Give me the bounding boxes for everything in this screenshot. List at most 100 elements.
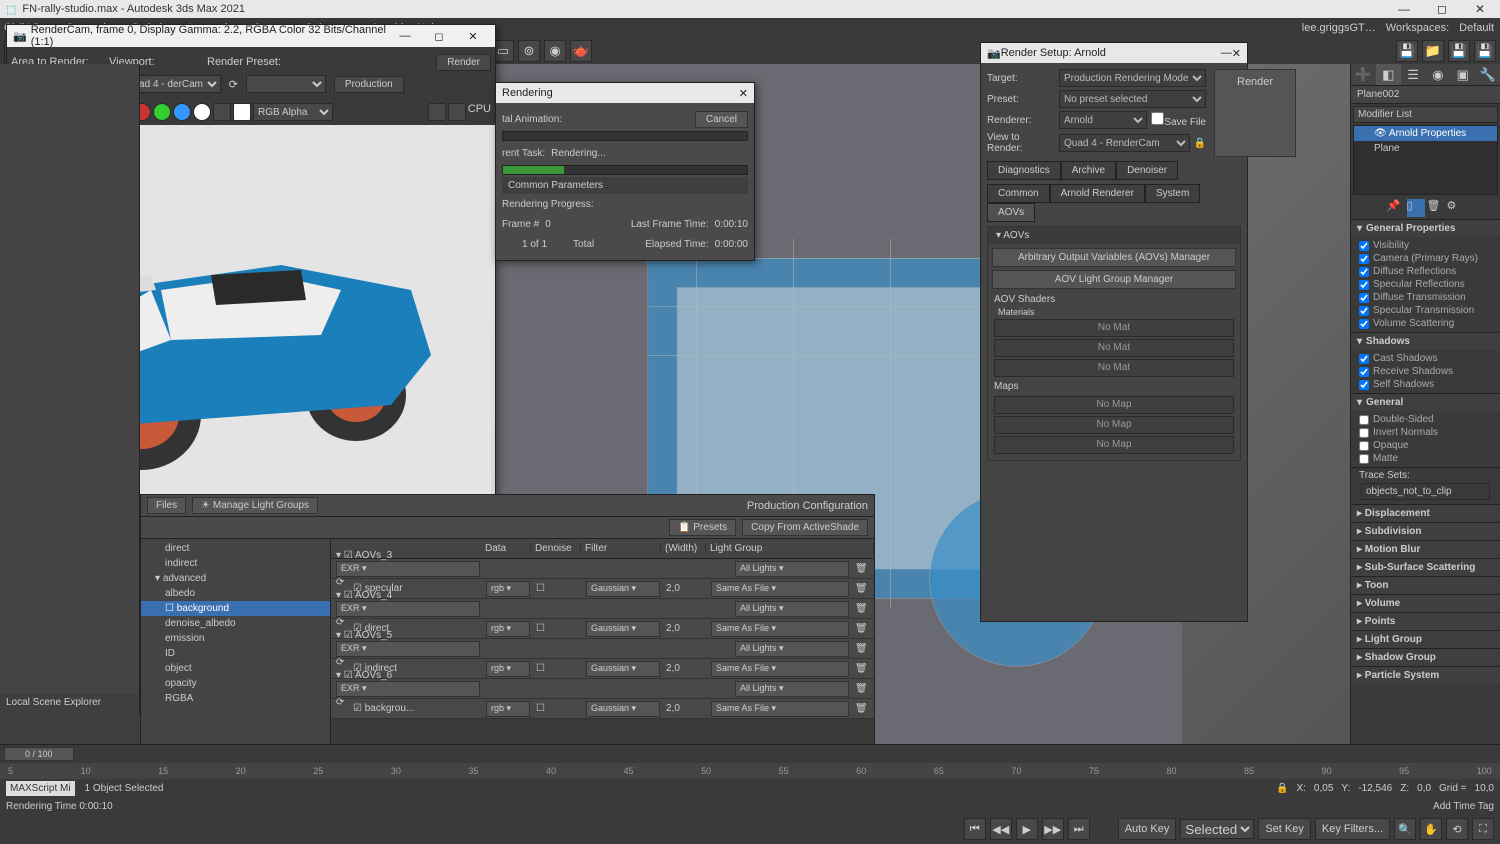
tree-item-rgba[interactable]: RGBA	[141, 691, 330, 706]
checkbox-cast-shadows[interactable]: Cast Shadows	[1359, 352, 1492, 365]
map-slot-2[interactable]: No Map	[994, 416, 1234, 434]
aov-group-row[interactable]: ▾ ☑ AOVs_3 EXR ▾ ⟳ All Lights ▾ 🗑	[331, 559, 874, 579]
rollout-displacement[interactable]: ▸ Displacement	[1351, 505, 1500, 522]
trace-sets-value[interactable]: objects_not_to_clip	[1361, 483, 1490, 500]
tree-item-albedo[interactable]: albedo	[141, 586, 330, 601]
coord-y[interactable]: -12,546	[1358, 783, 1392, 794]
ms-cfg-icon[interactable]: ⚙	[1447, 199, 1465, 217]
tree-item-id[interactable]: ID	[141, 646, 330, 661]
transport-prev-icon[interactable]: ◀◀	[990, 818, 1012, 840]
rollout-shadows[interactable]: ▾ Shadows	[1351, 333, 1500, 350]
map-slot-1[interactable]: No Map	[994, 396, 1234, 414]
transport-start-icon[interactable]: ⏮	[964, 818, 986, 840]
tab-archive[interactable]: Archive	[1061, 161, 1116, 180]
checkbox-specular-reflections[interactable]: Specular Reflections	[1359, 278, 1492, 291]
transport-next-icon[interactable]: ▶▶	[1042, 818, 1064, 840]
rp-close-icon[interactable]: ✕	[739, 87, 748, 100]
manage-light-groups-button[interactable]: ☀ Manage Light Groups	[192, 497, 318, 514]
cp-create-icon[interactable]: ➕	[1351, 64, 1376, 85]
render-preset-dropdown[interactable]	[246, 75, 326, 93]
keyfilters-button[interactable]: Key Filters...	[1315, 818, 1390, 840]
nav-max-icon[interactable]: ⛶	[1472, 818, 1494, 840]
rollout-subdivision[interactable]: ▸ Subdivision	[1351, 523, 1500, 540]
rollout-particle-system[interactable]: ▸ Particle System	[1351, 667, 1500, 684]
save-file-checkbox[interactable]	[1151, 112, 1164, 125]
setkey-button[interactable]: Set Key	[1258, 818, 1311, 840]
rollout-shadow-group[interactable]: ▸ Shadow Group	[1351, 649, 1500, 666]
channel-dropdown[interactable]: RGB Alpha	[253, 103, 333, 121]
material-slot-2[interactable]: No Mat	[994, 339, 1234, 357]
checkbox-specular-transmission[interactable]: Specular Transmission	[1359, 304, 1492, 317]
aov-light-group-manager-button[interactable]: AOV Light Group Manager	[992, 270, 1236, 289]
app-minimize-icon[interactable]: —	[1386, 0, 1422, 18]
maxscript-listener[interactable]: MAXScript Mi	[6, 781, 75, 796]
rf-tweak-icon[interactable]	[428, 103, 446, 121]
tool-sphere-icon[interactable]: ⊚	[518, 40, 540, 62]
cancel-button[interactable]: Cancel	[695, 111, 748, 128]
object-name-field[interactable]: Plane002	[1351, 86, 1500, 104]
nav-zoom-icon[interactable]: 🔍	[1394, 818, 1416, 840]
modifier-stack[interactable]: 👁 Arnold Properties Plane	[1353, 125, 1498, 195]
rf-white-bg-icon[interactable]	[233, 103, 251, 121]
tree-item-denoise-albedo[interactable]: denoise_albedo	[141, 616, 330, 631]
workspace-value[interactable]: Default	[1459, 22, 1494, 34]
cp-utilities-icon[interactable]: 🔧	[1475, 64, 1500, 85]
checkbox-volume-scattering[interactable]: Volume Scattering	[1359, 317, 1492, 330]
scene-explorer-body[interactable]	[0, 64, 139, 694]
rs-minimize-icon[interactable]: —	[1221, 47, 1232, 60]
aov-tree[interactable]: direct indirect ▾ advanced albedo ☐ back…	[141, 539, 331, 751]
rollout-general[interactable]: ▾ General	[1351, 394, 1500, 411]
key-mode-dropdown[interactable]: Selected	[1180, 819, 1254, 839]
tree-item-emission[interactable]: emission	[141, 631, 330, 646]
target-dropdown[interactable]: Production Rendering Mode	[1059, 69, 1206, 87]
tool-render-icon[interactable]: ◉	[544, 40, 566, 62]
time-slider[interactable]: 0 / 100	[4, 747, 74, 761]
tab-common[interactable]: Common	[987, 184, 1050, 203]
rf-alpha-channel-icon[interactable]	[193, 103, 211, 121]
cp-hierarchy-icon[interactable]: ☰	[1401, 64, 1426, 85]
rollout-motion-blur[interactable]: ▸ Motion Blur	[1351, 541, 1500, 558]
rf-maximize-icon[interactable]: ◻	[423, 26, 455, 46]
tree-item-opacity[interactable]: opacity	[141, 676, 330, 691]
nav-orbit-icon[interactable]: ⟲	[1446, 818, 1468, 840]
tool-teapot-icon[interactable]: 🫖	[570, 40, 592, 62]
coord-z[interactable]: 0,0	[1417, 783, 1431, 794]
checkbox-opaque[interactable]: Opaque	[1359, 439, 1492, 452]
tab-diagnostics[interactable]: Diagnostics	[987, 161, 1061, 180]
cp-modify-icon[interactable]: ◧	[1376, 64, 1401, 85]
checkbox-camera-primary-rays-[interactable]: Camera (Primary Rays)	[1359, 252, 1492, 265]
nav-pan-icon[interactable]: ✋	[1420, 818, 1442, 840]
cp-display-icon[interactable]: ▣	[1450, 64, 1475, 85]
rendering-progress-titlebar[interactable]: Rendering ✕	[496, 83, 754, 103]
tool-save2-icon[interactable]: 💾	[1448, 40, 1470, 62]
checkbox-self-shadows[interactable]: Self Shadows	[1359, 378, 1492, 391]
refresh-icon[interactable]: ⟳	[229, 78, 238, 91]
rollout-toon[interactable]: ▸ Toon	[1351, 577, 1500, 594]
production-dropdown[interactable]: Production	[334, 76, 404, 93]
rollout-sub-surface-scattering[interactable]: ▸ Sub-Surface Scattering	[1351, 559, 1500, 576]
render-setup-titlebar[interactable]: 📷 Render Setup: Arnold — ✕	[981, 43, 1247, 63]
aov-group-row[interactable]: ▾ ☑ AOVs_4 EXR ▾ ⟳ All Lights ▾ 🗑	[331, 599, 874, 619]
aov-group-row[interactable]: ▾ ☑ AOVs_6 EXR ▾ ⟳ All Lights ▾ 🗑	[331, 679, 874, 699]
renderer-dropdown[interactable]: Arnold	[1059, 111, 1147, 129]
ms-show-icon[interactable]: ▯	[1407, 199, 1425, 217]
rf-close-icon[interactable]: ✕	[457, 26, 489, 46]
tab-arnold-renderer[interactable]: Arnold Renderer	[1050, 184, 1145, 203]
user-label[interactable]: lee.griggsGT…	[1302, 22, 1376, 34]
checkbox-diffuse-transmission[interactable]: Diffuse Transmission	[1359, 291, 1492, 304]
rf-green-channel-icon[interactable]	[153, 103, 171, 121]
lock-icon[interactable]: 🔒	[1276, 783, 1288, 794]
aov-files-button[interactable]: Files	[147, 497, 186, 514]
checkbox-invert-normals[interactable]: Invert Normals	[1359, 426, 1492, 439]
rollout-light-group[interactable]: ▸ Light Group	[1351, 631, 1500, 648]
rollout-volume[interactable]: ▸ Volume	[1351, 595, 1500, 612]
tree-item-object[interactable]: object	[141, 661, 330, 676]
checkbox-receive-shadows[interactable]: Receive Shadows	[1359, 365, 1492, 378]
view-dropdown[interactable]: Quad 4 - RenderCam	[1059, 134, 1190, 152]
copy-from-activeshade-button[interactable]: Copy From ActiveShade	[742, 519, 868, 536]
lock-icon[interactable]: 🔒	[1194, 138, 1206, 149]
render-setup-render-button[interactable]: Render	[1214, 69, 1296, 157]
modstack-plane[interactable]: Plane	[1354, 141, 1497, 156]
modstack-arnold-properties[interactable]: 👁 Arnold Properties	[1354, 126, 1497, 141]
tree-item-indirect[interactable]: indirect	[141, 556, 330, 571]
